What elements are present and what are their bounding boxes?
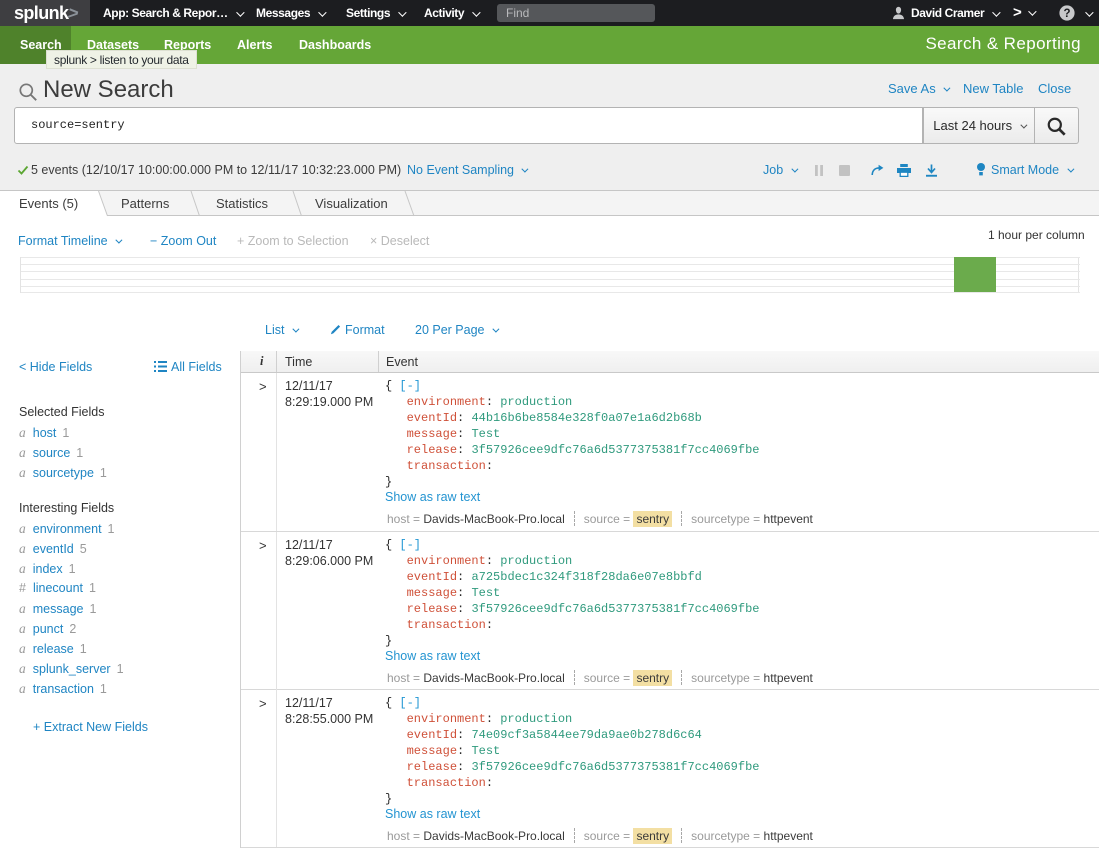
svg-text:?: ?: [1063, 8, 1070, 20]
